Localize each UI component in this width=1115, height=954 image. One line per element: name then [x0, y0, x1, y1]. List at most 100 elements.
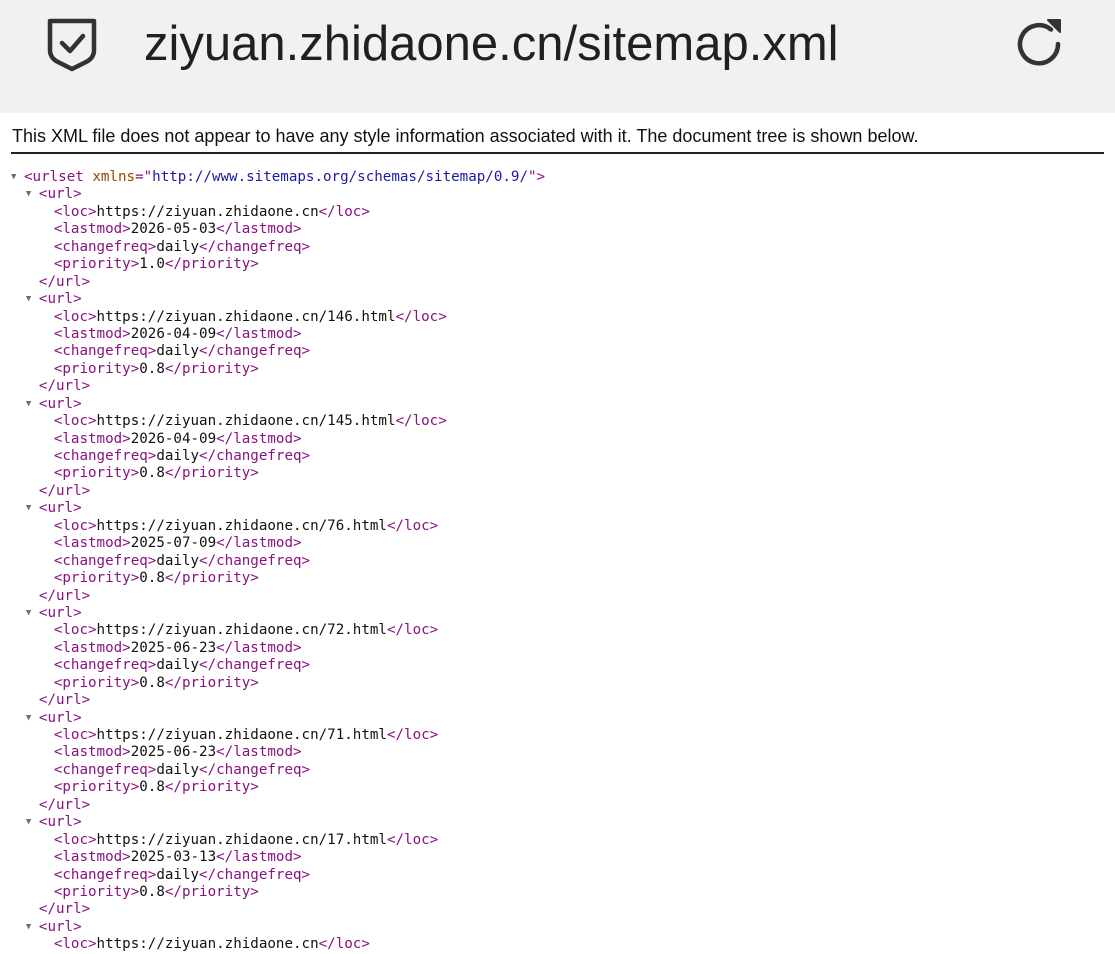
collapse-toggle-icon[interactable]: ▼ [26, 605, 31, 622]
loc-close-tag: </loc> [386, 517, 439, 534]
priority-value: 0.8 [139, 883, 165, 900]
lastmod-value: 2025-07-09 [130, 535, 217, 552]
lastmod-line: <lastmod>2025-06-23</lastmod> [0, 640, 1115, 657]
loc-close-tag: </loc> [395, 413, 447, 430]
loc-close-tag: </loc> [318, 936, 370, 953]
loc-value: https://ziyuan.zhidaone.cn [96, 203, 319, 220]
priority-line: <priority>0.8</priority> [0, 465, 1115, 482]
loc-open-tag: <loc> [53, 203, 97, 220]
loc-open-tag: <loc> [53, 413, 97, 430]
loc-close-tag: </loc> [386, 831, 439, 848]
loc-open-tag: <loc> [53, 831, 97, 848]
lastmod-line: <lastmod>2025-07-09</lastmod> [0, 535, 1115, 552]
loc-line: <loc>https://ziyuan.zhidaone.cn/17.html<… [0, 832, 1115, 849]
lastmod-value: 2025-06-23 [130, 639, 217, 656]
priority-value: 1.0 [139, 256, 165, 273]
priority-line: <priority>0.8</priority> [0, 361, 1115, 378]
changefreq-line: <changefreq>daily</changefreq> [0, 343, 1115, 360]
priority-close-tag: </priority> [164, 256, 259, 273]
changefreq-value: daily [156, 343, 200, 360]
priority-value: 0.8 [139, 465, 165, 482]
url-open-tag: <url> [38, 291, 82, 308]
priority-open-tag: <priority> [53, 256, 140, 273]
changefreq-line: <changefreq>daily</changefreq> [0, 448, 1115, 465]
priority-line: <priority>1.0</priority> [0, 256, 1115, 273]
changefreq-line: <changefreq>daily</changefreq> [0, 657, 1115, 674]
changefreq-close-tag: </changefreq> [199, 657, 311, 674]
notice-divider [11, 152, 1104, 154]
reload-icon[interactable] [1010, 14, 1070, 74]
changefreq-close-tag: </changefreq> [199, 552, 311, 569]
url-close-tag: </url> [38, 587, 91, 604]
changefreq-line: <changefreq>daily</changefreq> [0, 239, 1115, 256]
changefreq-value: daily [156, 448, 200, 464]
priority-open-tag: <priority> [53, 465, 140, 482]
lastmod-line: <lastmod>2026-05-03</lastmod> [0, 221, 1115, 238]
lastmod-close-tag: </lastmod> [216, 744, 302, 761]
xml-document-tree: ▼ <urlset xmlns="http://www.sitemaps.org/… [0, 169, 1115, 954]
changefreq-open-tag: <changefreq> [53, 552, 157, 569]
url-close-tag: </url> [38, 692, 91, 709]
changefreq-open-tag: <changefreq> [53, 448, 157, 464]
xmlns-attr-eq: =" [135, 169, 153, 185]
url-open-line: ▼ <url> [0, 814, 1115, 831]
url-open-tag: <url> [38, 604, 82, 621]
url-close-tag: </url> [38, 273, 91, 290]
priority-open-tag: <priority> [53, 779, 140, 796]
priority-open-tag: <priority> [53, 674, 140, 691]
collapse-toggle-icon[interactable]: ▼ [26, 186, 31, 203]
changefreq-close-tag: </changefreq> [199, 448, 311, 464]
url-open-line: ▼ <url> [0, 291, 1115, 308]
loc-line: <loc>https://ziyuan.zhidaone.cn/71.html<… [0, 727, 1115, 744]
loc-open-tag: <loc> [53, 308, 97, 325]
xmlns-attr-value: http://www.sitemaps.org/schemas/sitemap/… [152, 169, 528, 185]
url-close-line: </url> [0, 797, 1115, 814]
url-open-line: ▼ <url> [0, 396, 1115, 413]
urlset-open-line: ▼ <urlset xmlns="http://www.sitemaps.org/… [0, 169, 1115, 186]
lastmod-open-tag: <lastmod> [53, 535, 131, 552]
lastmod-close-tag: </lastmod> [216, 430, 302, 447]
collapse-toggle-icon[interactable]: ▼ [26, 710, 31, 727]
shield-check-icon[interactable] [44, 14, 100, 72]
url-close-line: </url> [0, 588, 1115, 605]
changefreq-close-tag: </changefreq> [199, 343, 311, 360]
lastmod-line: <lastmod>2026-04-09</lastmod> [0, 431, 1115, 448]
url-open-tag: <url> [38, 395, 82, 412]
priority-line: <priority>0.8</priority> [0, 884, 1115, 901]
lastmod-open-tag: <lastmod> [53, 639, 131, 656]
changefreq-close-tag: </changefreq> [199, 866, 311, 883]
browser-toolbar: ziyuan.zhidaone.cn/sitemap.xml [0, 0, 1115, 113]
url-open-line: ▼ <url> [0, 186, 1115, 203]
url-close-tag: </url> [38, 482, 91, 499]
lastmod-close-tag: </lastmod> [216, 535, 302, 552]
loc-open-tag: <loc> [53, 727, 97, 743]
loc-value: https://ziyuan.zhidaone.cn/76.html [96, 517, 387, 534]
loc-line: <loc>https://ziyuan.zhidaone.cn</loc> [0, 204, 1115, 221]
collapse-toggle-icon[interactable]: ▼ [26, 396, 31, 413]
loc-line: <loc>https://ziyuan.zhidaone.cn</loc> [0, 936, 1115, 953]
changefreq-open-tag: <changefreq> [53, 866, 157, 883]
lastmod-value: 2026-05-03 [130, 221, 217, 238]
changefreq-value: daily [156, 866, 200, 883]
collapse-toggle-icon[interactable]: ▼ [26, 919, 31, 936]
url-open-line: ▼ <url> [0, 919, 1115, 936]
loc-value: https://ziyuan.zhidaone.cn/72.html [96, 622, 387, 639]
collapse-toggle-icon[interactable]: ▼ [26, 500, 31, 517]
lastmod-value: 2025-06-23 [130, 744, 217, 761]
collapse-toggle-icon[interactable]: ▼ [26, 814, 31, 831]
lastmod-line: <lastmod>2025-06-23</lastmod> [0, 744, 1115, 761]
urlset-open-tag: <urlset [24, 169, 84, 185]
loc-close-tag: </loc> [395, 308, 447, 325]
collapse-toggle-icon[interactable]: ▼ [11, 169, 16, 186]
priority-line: <priority>0.8</priority> [0, 570, 1115, 587]
changefreq-open-tag: <changefreq> [53, 343, 157, 360]
priority-open-tag: <priority> [53, 883, 140, 900]
collapse-toggle-icon[interactable]: ▼ [26, 291, 31, 308]
priority-value: 0.8 [139, 360, 165, 377]
priority-value: 0.8 [139, 570, 165, 587]
url-close-line: </url> [0, 901, 1115, 918]
priority-close-tag: </priority> [164, 674, 259, 691]
address-bar-url[interactable]: ziyuan.zhidaone.cn/sitemap.xml [144, 14, 839, 74]
loc-line: <loc>https://ziyuan.zhidaone.cn/145.html… [0, 413, 1115, 430]
priority-line: <priority>0.8</priority> [0, 779, 1115, 796]
